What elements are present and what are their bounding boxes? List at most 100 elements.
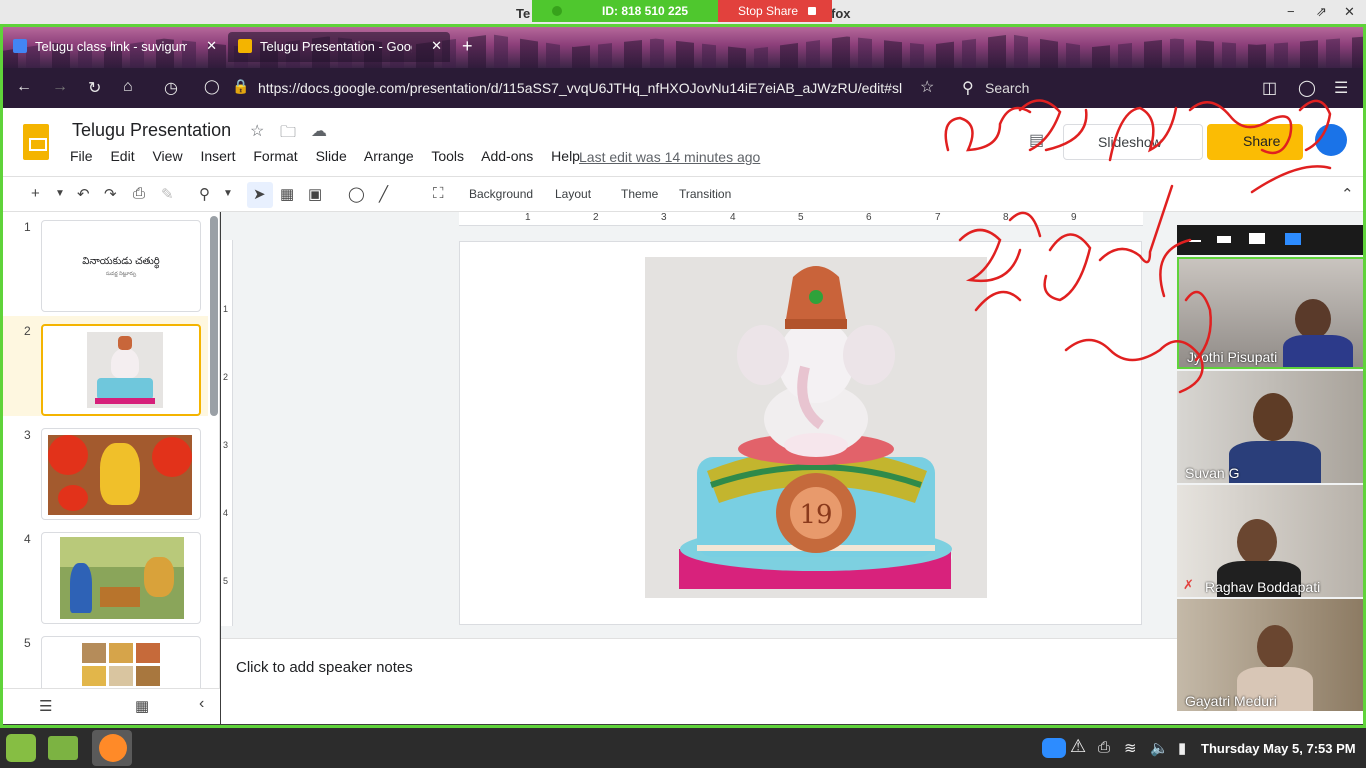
share-button[interactable]: Share xyxy=(1207,124,1303,160)
speaker-view-icon[interactable] xyxy=(1249,233,1265,244)
filmstrip-slide[interactable]: 3 xyxy=(3,420,208,520)
tab-telugu-class-link[interactable]: Telugu class link - suvigum1 ✕ xyxy=(3,32,225,62)
mint-menu-icon[interactable] xyxy=(6,734,36,762)
chevron-left-icon[interactable]: ‹ xyxy=(199,695,204,713)
user-avatar[interactable] xyxy=(1315,124,1347,156)
menu-add-ons[interactable]: Add-ons xyxy=(481,148,533,164)
horizontal-ruler[interactable]: 1 2 3 4 5 6 7 8 9 xyxy=(459,212,1143,226)
slide-thumbnail[interactable]: వినాయకుడు చతుర్థి సువర్ణ నిట్టూర్పు xyxy=(41,220,201,312)
speaker-notes-placeholder[interactable]: Click to add speaker notes xyxy=(236,659,413,676)
slide-thumbnail[interactable] xyxy=(41,532,201,624)
tracking-shield-icon[interactable]: ◯ xyxy=(204,78,220,95)
search-box[interactable]: ⚲ Search xyxy=(952,72,1242,104)
zoom-chevron-icon[interactable]: ▼ xyxy=(223,188,233,199)
home-icon[interactable]: ⌂ xyxy=(123,78,133,96)
menu-view[interactable]: View xyxy=(152,148,182,164)
collapse-toolbar-icon[interactable]: ⌃ xyxy=(1341,185,1354,203)
participant-video[interactable]: ✗ Raghav Boddapati xyxy=(1177,485,1366,597)
image-icon[interactable]: ▣ xyxy=(308,185,322,203)
menu-icon[interactable]: ☰ xyxy=(1334,78,1348,98)
warning-icon[interactable]: ⚠ xyxy=(1070,736,1086,757)
filmstrip-slide[interactable]: 5 xyxy=(3,628,208,690)
url-text[interactable]: https://docs.google.com/presentation/d/1… xyxy=(258,80,914,96)
line-icon[interactable]: ╱ xyxy=(379,185,388,203)
close-tab-icon[interactable]: ✕ xyxy=(431,38,442,54)
lock-icon[interactable]: 🔒 xyxy=(232,78,249,95)
minimize-icon[interactable]: − xyxy=(1287,4,1295,19)
thumbnail-subtitle: సువర్ణ నిట్టూర్పు xyxy=(105,271,137,277)
slide-thumbnail[interactable] xyxy=(41,636,201,690)
zoom-icon[interactable]: ⚲ xyxy=(199,185,210,203)
slide-thumbnail[interactable] xyxy=(41,428,201,520)
menu-slide[interactable]: Slide xyxy=(316,148,347,164)
slide-thumbnail[interactable] xyxy=(41,324,201,416)
shape-icon[interactable]: ◯ xyxy=(348,185,365,203)
zoom-tray-icon[interactable] xyxy=(1042,738,1066,758)
menu-help[interactable]: Help xyxy=(551,148,580,164)
filmstrip-scrollbar[interactable] xyxy=(210,216,218,416)
volume-icon[interactable]: 🔈 xyxy=(1150,739,1169,757)
close-tab-icon[interactable]: ✕ xyxy=(206,38,217,54)
clock[interactable]: Thursday May 5, 7:53 PM xyxy=(1201,741,1356,756)
new-slide-icon[interactable]: + xyxy=(31,185,40,202)
share-label: Share xyxy=(1243,133,1281,149)
star-icon[interactable]: ☆ xyxy=(250,121,264,141)
forward-icon[interactable]: → xyxy=(52,78,68,96)
slideshow-button[interactable]: Slideshow xyxy=(1063,124,1203,160)
theme-button[interactable]: Theme xyxy=(621,187,658,201)
text-box-icon[interactable]: ▦ xyxy=(280,185,294,203)
document-title[interactable]: Telugu Presentation xyxy=(72,120,231,141)
select-arrow-icon[interactable]: ➤ xyxy=(253,185,266,203)
last-edit-link[interactable]: Last edit was 14 minutes ago xyxy=(579,149,760,165)
print-icon[interactable]: ⎙ xyxy=(133,185,145,202)
meeting-id-badge[interactable]: ID: 818 510 225 xyxy=(532,0,718,22)
menu-format[interactable]: Format xyxy=(253,148,297,164)
current-slide[interactable]: 19 xyxy=(459,241,1142,625)
participant-video[interactable]: Jyothi Pisupati xyxy=(1177,257,1366,369)
ganesha-cake-image[interactable]: 19 xyxy=(645,257,987,598)
comment-add-icon[interactable]: ⛶ xyxy=(433,185,444,202)
comments-icon[interactable]: ▤ xyxy=(1029,130,1044,150)
chevron-down-icon[interactable]: ▼ xyxy=(55,188,65,199)
participant-video[interactable]: Suvan G xyxy=(1177,371,1366,483)
hide-video-icon[interactable] xyxy=(1217,236,1231,243)
list-view-icon[interactable]: ☰ xyxy=(39,697,52,715)
menu-arrange[interactable]: Arrange xyxy=(364,148,414,164)
close-window-icon[interactable]: ✕ xyxy=(1344,4,1355,20)
printer-icon[interactable]: ⎙ xyxy=(1098,739,1110,756)
account-icon[interactable]: ◯ xyxy=(1298,78,1316,98)
files-folder-icon[interactable] xyxy=(48,736,78,760)
menu-file[interactable]: File xyxy=(70,148,93,164)
minimize-video-icon[interactable] xyxy=(1189,240,1201,242)
battery-icon[interactable]: ▮ xyxy=(1178,739,1186,757)
grid-view-icon[interactable]: ▦ xyxy=(135,697,149,715)
restore-icon[interactable]: ⇗ xyxy=(1316,4,1327,20)
background-button[interactable]: Background xyxy=(469,187,533,201)
reload-icon[interactable]: ↻ xyxy=(88,78,101,98)
filmstrip-slide-selected[interactable]: 2 xyxy=(3,316,208,416)
menu-insert[interactable]: Insert xyxy=(200,148,235,164)
history-icon[interactable]: ◷ xyxy=(164,78,178,98)
sidebar-icon[interactable]: ◫ xyxy=(1262,78,1277,98)
redo-icon[interactable]: ↷ xyxy=(104,185,117,203)
wifi-icon[interactable]: ≋ xyxy=(1124,739,1137,757)
participant-video[interactable]: Gayatri Meduri xyxy=(1177,599,1366,711)
slides-logo-icon[interactable] xyxy=(23,124,49,160)
bookmark-star-icon[interactable]: ☆ xyxy=(920,77,934,97)
move-folder-icon[interactable]: 🗀 xyxy=(280,121,296,148)
tab-telugu-presentation[interactable]: Telugu Presentation - Google ✕ xyxy=(228,32,450,62)
menu-edit[interactable]: Edit xyxy=(110,148,134,164)
gallery-view-icon[interactable] xyxy=(1285,233,1301,245)
url-bar[interactable]: ◯ 🔒 https://docs.google.com/presentation… xyxy=(196,72,946,104)
filmstrip-slide[interactable]: 4 xyxy=(3,524,208,624)
stop-share-button[interactable]: Stop Share xyxy=(718,0,832,22)
new-tab-icon[interactable]: + xyxy=(462,36,473,57)
back-icon[interactable]: ← xyxy=(16,78,32,96)
layout-button[interactable]: Layout xyxy=(555,187,591,201)
menu-tools[interactable]: Tools xyxy=(431,148,464,164)
vertical-ruler[interactable]: 1 2 3 4 5 xyxy=(221,240,233,626)
paint-format-icon[interactable]: ✎ xyxy=(161,185,174,203)
filmstrip-slide[interactable]: 1 వినాయకుడు చతుర్థి సువర్ణ నిట్టూర్పు xyxy=(3,212,208,312)
transition-button[interactable]: Transition xyxy=(679,187,731,201)
undo-icon[interactable]: ↶ xyxy=(77,185,90,203)
